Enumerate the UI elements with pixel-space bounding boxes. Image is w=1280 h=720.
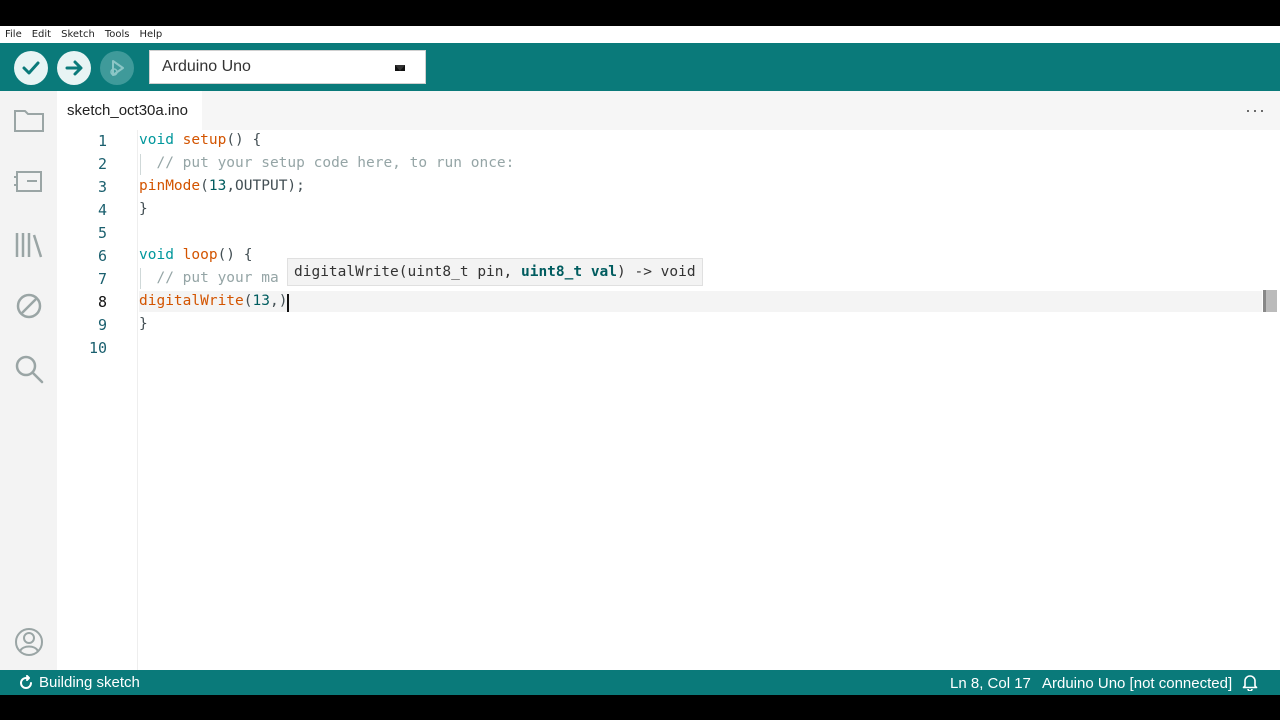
punct-token: } — [139, 201, 148, 217]
code-line-7: // put your ma — [139, 270, 279, 286]
library-manager-button[interactable] — [12, 228, 46, 262]
punct-token: ( — [243, 293, 253, 309]
build-status: Building sketch — [18, 674, 140, 691]
notifications-button[interactable] — [1242, 674, 1258, 696]
code-line-8: digitalWrite(13,) — [139, 293, 287, 309]
code-line-1: void setup() { — [139, 132, 261, 148]
user-icon — [15, 628, 43, 656]
debug-icon — [110, 60, 124, 76]
line-number: 1 — [97, 132, 107, 150]
board-connection-status[interactable]: Arduino Uno [not connected] — [1042, 675, 1232, 692]
punct-token: ( — [200, 178, 209, 194]
tab-bar: sketch_oct30a.ino ··· — [57, 91, 1280, 130]
cursor-position[interactable]: Ln 8, Col 17 — [950, 675, 1031, 692]
folder-icon — [14, 110, 44, 132]
punct-token: () { — [226, 132, 262, 148]
punct-token: } — [139, 316, 148, 332]
upload-button[interactable] — [57, 51, 91, 85]
signature-suffix: ) -> void — [617, 264, 696, 280]
text-caret — [287, 294, 289, 312]
search-button[interactable] — [12, 352, 46, 386]
checkmark-icon — [22, 61, 40, 75]
chevron-down-icon — [395, 65, 405, 71]
code-line-9: } — [139, 316, 148, 332]
menu-help[interactable]: Help — [139, 29, 162, 40]
punct-token: ,) — [269, 293, 288, 309]
arrow-right-icon — [65, 60, 83, 76]
code-line-3: pinMode(13,OUTPUT); — [139, 178, 305, 194]
function-token: loop — [182, 247, 218, 263]
menu-tools[interactable]: Tools — [105, 29, 130, 40]
punct-token: ,OUTPUT); — [226, 178, 305, 194]
debug-panel-button[interactable] — [12, 289, 46, 323]
line-number-current: 8 — [97, 293, 107, 311]
no-entry-icon — [16, 293, 42, 319]
code-line-2: // put your setup code here, to run once… — [139, 155, 514, 171]
number-token: 13 — [252, 293, 270, 309]
sketchbook-button[interactable] — [12, 103, 46, 137]
signature-active-param: uint8_t val — [520, 264, 618, 280]
line-number: 7 — [97, 270, 107, 288]
line-number: 2 — [97, 155, 107, 173]
comment-token: // put your setup code here, to run once… — [156, 155, 515, 171]
code-editor[interactable]: 1 2 3 4 5 6 7 8 9 10 void setup() { // p… — [57, 130, 1280, 670]
debug-button[interactable] — [100, 51, 134, 85]
function-token: digitalWrite — [139, 293, 244, 309]
signature-help-tooltip: digitalWrite(uint8_t pin, uint8_t val) -… — [287, 258, 703, 286]
build-status-label: Building sketch — [39, 674, 140, 691]
punct-token: () { — [217, 247, 253, 263]
number-token: 13 — [208, 178, 227, 194]
keyword-token: void — [139, 247, 174, 263]
board-selector[interactable]: Arduino Uno — [149, 50, 426, 84]
sidebar — [0, 91, 57, 670]
menu-edit[interactable]: Edit — [32, 29, 51, 40]
board-icon — [14, 171, 42, 192]
board-selector-label: Arduino Uno — [162, 58, 251, 75]
line-number-gutter: 1 2 3 4 5 6 7 8 9 10 — [57, 130, 138, 670]
account-button[interactable] — [12, 625, 46, 659]
bell-icon — [1242, 675, 1258, 692]
refresh-icon — [20, 674, 32, 689]
line-number: 4 — [97, 201, 107, 219]
line-number: 3 — [97, 178, 107, 196]
verify-button[interactable] — [14, 51, 48, 85]
boards-manager-button[interactable] — [12, 164, 46, 198]
library-icon — [15, 233, 43, 258]
keyword-token: void — [139, 132, 174, 148]
tab-label: sketch_oct30a.ino — [67, 102, 188, 119]
function-token: pinMode — [139, 178, 201, 194]
code-line-4: } — [139, 201, 148, 217]
line-number: 10 — [88, 339, 107, 357]
line-number: 9 — [97, 316, 107, 334]
code-line-6: void loop() { — [139, 247, 253, 263]
line-number: 5 — [97, 224, 107, 242]
signature-prefix: digitalWrite(uint8_t pin, — [294, 264, 521, 280]
line-number: 6 — [97, 247, 107, 265]
more-options-button[interactable]: ··· — [1245, 100, 1266, 121]
comment-token: // put your ma — [156, 270, 279, 286]
search-icon — [15, 355, 44, 384]
letterbox-top — [0, 0, 1280, 26]
menu-sketch[interactable]: Sketch — [61, 29, 95, 40]
function-token: setup — [182, 132, 227, 148]
letterbox-bottom — [0, 695, 1280, 720]
menu-file[interactable]: File — [5, 29, 22, 40]
status-bar: Building sketch Ln 8, Col 17 Arduino Uno… — [0, 670, 1280, 695]
editor-scrollbar-thumb[interactable] — [1263, 290, 1277, 312]
tab-sketch-file[interactable]: sketch_oct30a.ino — [57, 91, 202, 130]
current-line-highlight — [139, 291, 1262, 312]
menu-bar: File Edit Sketch Tools Help — [0, 26, 1280, 43]
